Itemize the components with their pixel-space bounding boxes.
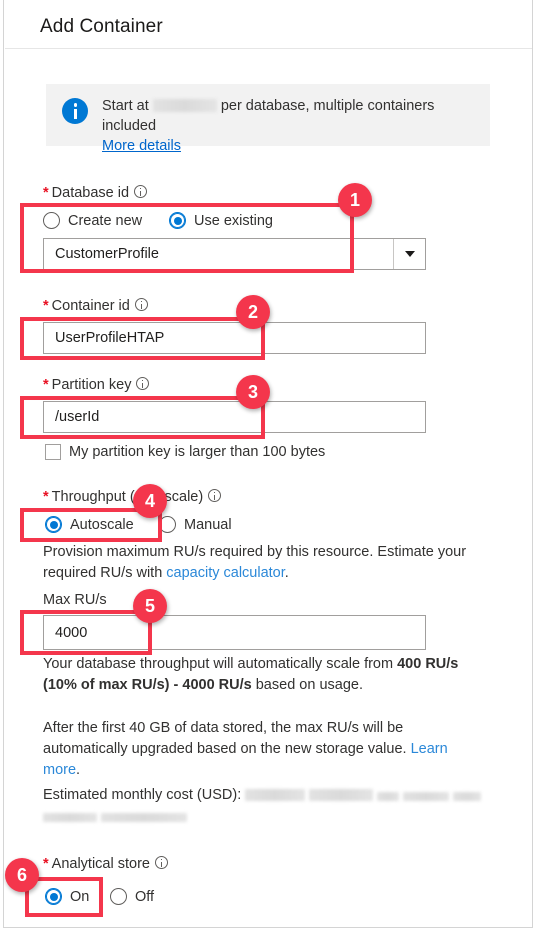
storage-helper-text: After the first 40 GB of data stored, th… <box>43 720 411 757</box>
database-id-value: CustomerProfile <box>55 246 159 262</box>
max-rus-label: Max RU/s <box>43 592 107 608</box>
scale-helper-before: Your database throughput will automatica… <box>43 656 398 672</box>
info-banner-text: Start at per database, multiple containe… <box>102 96 490 156</box>
throughput-helper-text: Provision maximum RU/s required by this … <box>43 542 498 584</box>
annotation-marker-5: 5 <box>133 589 167 623</box>
redacted-cost-7 <box>101 813 188 822</box>
required-asterisk: * <box>43 377 49 393</box>
annotation-marker-3: 3 <box>236 375 270 409</box>
partition-key-label: * Partition key <box>43 377 150 393</box>
info-circle-icon <box>62 98 88 124</box>
capacity-calculator-link[interactable]: capacity calculator <box>166 565 284 581</box>
estimated-cost-row: Estimated monthly cost (USD): <box>43 785 493 827</box>
redacted-cost-3 <box>377 792 400 801</box>
radio-indicator[interactable] <box>159 516 176 533</box>
analytical-store-on-radio[interactable]: On <box>45 888 89 905</box>
radio-label: Use existing <box>194 212 273 229</box>
partition-key-value: /userId <box>55 409 100 425</box>
database-id-label-text: Database id <box>51 185 130 201</box>
required-asterisk: * <box>43 489 49 505</box>
storage-helper-after: . <box>76 762 81 778</box>
radio-label: Off <box>135 888 155 905</box>
annotation-marker-2: 2 <box>236 295 270 329</box>
radio-label: On <box>70 888 90 905</box>
radio-label: Create new <box>68 212 143 229</box>
database-id-label: * Database id <box>43 185 148 201</box>
max-rus-scale-helper: Your database throughput will automatica… <box>43 654 493 696</box>
info-banner: Start at per database, multiple containe… <box>46 84 490 154</box>
chevron-down-icon[interactable] <box>393 239 425 269</box>
radio-label: Manual <box>184 516 232 533</box>
add-container-panel: Add Container Start at per database, mul… <box>3 0 533 928</box>
required-asterisk: * <box>43 856 49 872</box>
annotation-marker-4: 4 <box>133 484 167 518</box>
radio-indicator[interactable] <box>45 516 62 533</box>
info-circle-icon[interactable] <box>154 856 168 869</box>
info-banner-text-before: Start at <box>102 98 149 114</box>
info-banner-text-after: per database, multiple containers includ… <box>102 98 435 134</box>
info-circle-icon[interactable] <box>136 377 150 390</box>
partition-key-input[interactable]: /userId <box>43 401 426 433</box>
database-id-combobox[interactable]: CustomerProfile <box>43 238 426 270</box>
container-id-label-text: Container id <box>51 298 130 314</box>
database-id-create-new-radio[interactable]: Create new <box>43 212 142 229</box>
throughput-autoscale-radio[interactable]: Autoscale <box>45 516 134 533</box>
annotation-marker-6: 6 <box>5 858 39 892</box>
redacted-price <box>152 99 217 112</box>
estimated-cost-label: Estimated monthly cost (USD): <box>43 787 242 803</box>
throughput-manual-radio[interactable]: Manual <box>159 516 232 533</box>
checkbox-indicator[interactable] <box>45 444 61 460</box>
radio-indicator[interactable] <box>110 888 127 905</box>
more-details-link[interactable]: More details <box>102 138 181 154</box>
redacted-cost-5 <box>453 792 482 801</box>
throughput-helper-after: . <box>284 565 289 581</box>
redacted-cost-1 <box>245 789 306 801</box>
radio-indicator[interactable] <box>169 212 186 229</box>
info-circle-icon[interactable] <box>134 185 148 198</box>
container-id-label: * Container id <box>43 298 148 314</box>
database-id-use-existing-radio[interactable]: Use existing <box>169 212 273 229</box>
max-rus-storage-helper: After the first 40 GB of data stored, th… <box>43 718 483 781</box>
info-circle-icon[interactable] <box>208 489 222 502</box>
max-rus-value: 4000 <box>55 624 88 641</box>
info-circle-icon[interactable] <box>134 298 148 311</box>
title-divider <box>5 48 532 49</box>
container-id-value: UserProfileHTAP <box>55 330 165 346</box>
radio-indicator[interactable] <box>43 212 60 229</box>
radio-label: Autoscale <box>70 516 134 533</box>
partition-key-large-checkbox[interactable]: My partition key is larger than 100 byte… <box>45 444 325 460</box>
max-rus-input[interactable]: 4000 <box>43 615 426 650</box>
analytical-store-label: * Analytical store <box>43 856 168 872</box>
scale-helper-after: based on usage. <box>251 677 363 693</box>
analytical-store-label-text: Analytical store <box>51 856 150 872</box>
required-asterisk: * <box>43 185 49 201</box>
radio-indicator[interactable] <box>45 888 62 905</box>
analytical-store-off-radio[interactable]: Off <box>110 888 154 905</box>
required-asterisk: * <box>43 298 49 314</box>
container-id-input[interactable]: UserProfileHTAP <box>43 322 426 354</box>
checkbox-label: My partition key is larger than 100 byte… <box>69 444 326 460</box>
redacted-cost-2 <box>309 789 374 801</box>
annotation-marker-1: 1 <box>338 183 372 217</box>
throughput-label-text: Throughput (Autoscale) <box>51 489 204 505</box>
page-title: Add Container <box>40 16 163 37</box>
redacted-cost-6 <box>43 813 97 822</box>
partition-key-label-text: Partition key <box>51 377 132 393</box>
redacted-cost-4 <box>403 792 450 801</box>
